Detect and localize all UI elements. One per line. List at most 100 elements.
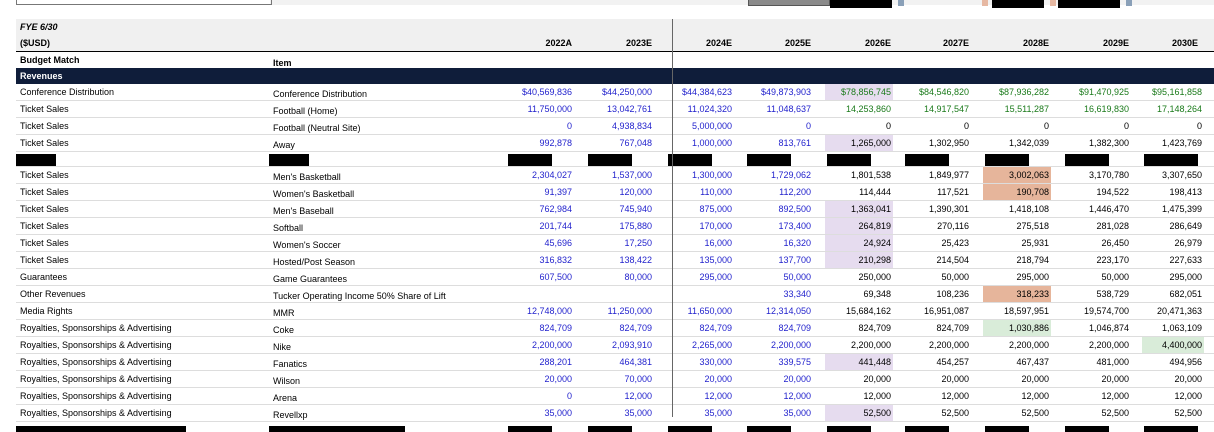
value-cell-2024E[interactable]: 11,650,000 xyxy=(666,303,734,319)
value-cell-2025E[interactable]: 35,000 xyxy=(745,405,813,421)
value-cell-2023E[interactable]: 80,000 xyxy=(586,269,654,285)
value-cell-2023E[interactable]: 120,000 xyxy=(586,184,654,200)
value-cell-2028E[interactable]: 18,597,951 xyxy=(983,303,1051,319)
revenues-label[interactable]: Revenues xyxy=(20,68,270,84)
item-cell[interactable]: Football (Neutral Site) xyxy=(273,120,503,136)
value-cell-2029E[interactable]: 26,450 xyxy=(1063,235,1131,251)
year-header-2023E[interactable]: 2023E xyxy=(586,35,652,51)
year-header-2022A[interactable]: 2022A xyxy=(506,35,572,51)
value-cell-2030E[interactable]: 198,413 xyxy=(1142,184,1204,200)
value-cell-2026E[interactable]: 210,298 xyxy=(825,252,893,268)
value-cell-2023E[interactable]: 12,000 xyxy=(586,388,654,404)
value-cell-2025E[interactable]: 112,200 xyxy=(745,184,813,200)
item-cell[interactable]: Women's Soccer xyxy=(273,237,503,253)
value-cell-2027E[interactable]: 108,236 xyxy=(903,286,971,302)
value-cell-2027E[interactable]: 1,302,950 xyxy=(903,135,971,151)
value-cell-2026E[interactable]: 69,348 xyxy=(825,286,893,302)
value-cell-2026E[interactable]: 1,265,000 xyxy=(825,135,893,151)
toolbar-button[interactable] xyxy=(748,0,830,6)
value-cell-2030E[interactable]: 494,956 xyxy=(1142,354,1204,370)
value-cell-2022A[interactable]: 12,748,000 xyxy=(502,303,574,319)
value-cell-2024E[interactable]: 20,000 xyxy=(666,371,734,387)
value-cell-2029E[interactable]: 223,170 xyxy=(1063,252,1131,268)
value-cell-2030E[interactable]: 0 xyxy=(1142,118,1204,134)
value-cell-2029E[interactable]: 3,170,780 xyxy=(1063,167,1131,183)
value-cell-2022A[interactable]: 91,397 xyxy=(502,184,574,200)
value-cell-2029E[interactable]: 20,000 xyxy=(1063,371,1131,387)
value-cell-2026E[interactable]: 12,000 xyxy=(825,388,893,404)
value-cell-2022A[interactable]: 2,304,027 xyxy=(502,167,574,183)
value-cell-2027E[interactable]: 454,257 xyxy=(903,354,971,370)
value-cell-2022A[interactable]: 45,696 xyxy=(502,235,574,251)
value-cell-2027E[interactable]: 214,504 xyxy=(903,252,971,268)
value-cell-2025E[interactable]: 20,000 xyxy=(745,371,813,387)
budget-match-cell[interactable]: Guarantees xyxy=(20,269,270,285)
value-cell-2025E[interactable]: 50,000 xyxy=(745,269,813,285)
value-cell-2022A[interactable]: 35,000 xyxy=(502,405,574,421)
value-cell-2028E[interactable]: 2,200,000 xyxy=(983,337,1051,353)
value-cell-2029E[interactable]: 0 xyxy=(1063,118,1131,134)
value-cell-2029E[interactable]: 281,028 xyxy=(1063,218,1131,234)
value-cell-2028E[interactable]: 218,794 xyxy=(983,252,1051,268)
value-cell-2030E[interactable]: 17,148,264 xyxy=(1142,101,1204,117)
item-cell[interactable]: Softball xyxy=(273,220,503,236)
value-cell-2029E[interactable]: 16,619,830 xyxy=(1063,101,1131,117)
value-cell-2022A[interactable]: 762,984 xyxy=(502,201,574,217)
value-cell-2024E[interactable]: 295,000 xyxy=(666,269,734,285)
value-cell-2025E[interactable]: 1,729,062 xyxy=(745,167,813,183)
year-header-2024E[interactable]: 2024E xyxy=(666,35,732,51)
value-cell-2025E[interactable]: 12,314,050 xyxy=(745,303,813,319)
value-cell-2025E[interactable]: 2,200,000 xyxy=(745,337,813,353)
value-cell-2022A[interactable] xyxy=(502,286,574,302)
value-cell-2026E[interactable]: 250,000 xyxy=(825,269,893,285)
fiscal-label[interactable]: FYE 6/30 xyxy=(20,19,270,35)
value-cell-2025E[interactable]: 137,700 xyxy=(745,252,813,268)
budget-match-cell[interactable]: Royalties, Sponsorships & Advertising xyxy=(20,405,270,421)
value-cell-2024E[interactable]: 1,300,000 xyxy=(666,167,734,183)
value-cell-2026E[interactable]: 14,253,860 xyxy=(825,101,893,117)
value-cell-2022A[interactable]: 288,201 xyxy=(502,354,574,370)
value-cell-2022A[interactable]: 0 xyxy=(502,388,574,404)
value-cell-2024E[interactable]: 330,000 xyxy=(666,354,734,370)
value-cell-2023E[interactable] xyxy=(586,286,654,302)
value-cell-2022A[interactable]: 2,200,000 xyxy=(502,337,574,353)
value-cell-2024E[interactable]: 135,000 xyxy=(666,252,734,268)
item-cell[interactable]: Away xyxy=(273,137,503,153)
value-cell-2023E[interactable]: 2,093,910 xyxy=(586,337,654,353)
item-cell[interactable]: Arena xyxy=(273,390,503,406)
year-header-2029E[interactable]: 2029E xyxy=(1063,35,1129,51)
value-cell-2029E[interactable]: 19,574,700 xyxy=(1063,303,1131,319)
budget-match-header[interactable]: Budget Match xyxy=(20,52,270,68)
budget-match-cell[interactable]: Other Revenues xyxy=(20,286,270,302)
value-cell-2030E[interactable]: 20,000 xyxy=(1142,371,1204,387)
budget-match-cell[interactable]: Ticket Sales xyxy=(20,218,270,234)
value-cell-2022A[interactable]: 992,878 xyxy=(502,135,574,151)
value-cell-2028E[interactable]: $87,936,282 xyxy=(983,84,1051,100)
value-cell-2027E[interactable]: 824,709 xyxy=(903,320,971,336)
budget-match-cell[interactable]: Ticket Sales xyxy=(20,167,270,183)
value-cell-2028E[interactable]: 1,342,039 xyxy=(983,135,1051,151)
item-cell[interactable]: Hosted/Post Season xyxy=(273,254,503,270)
value-cell-2027E[interactable]: 2,200,000 xyxy=(903,337,971,353)
value-cell-2029E[interactable]: 1,046,874 xyxy=(1063,320,1131,336)
value-cell-2030E[interactable]: 26,979 xyxy=(1142,235,1204,251)
budget-match-cell[interactable]: Royalties, Sponsorships & Advertising xyxy=(20,371,270,387)
value-cell-2028E[interactable]: 190,708 xyxy=(983,184,1051,200)
value-cell-2025E[interactable]: 33,340 xyxy=(745,286,813,302)
value-cell-2028E[interactable]: 20,000 xyxy=(983,371,1051,387)
value-cell-2025E[interactable]: 173,400 xyxy=(745,218,813,234)
value-cell-2028E[interactable]: 0 xyxy=(983,118,1051,134)
year-header-2026E[interactable]: 2026E xyxy=(825,35,891,51)
value-cell-2027E[interactable]: 25,423 xyxy=(903,235,971,251)
value-cell-2027E[interactable]: 14,917,547 xyxy=(903,101,971,117)
value-cell-2023E[interactable]: 13,042,761 xyxy=(586,101,654,117)
value-cell-2027E[interactable]: 1,390,301 xyxy=(903,201,971,217)
value-cell-2026E[interactable]: 1,801,538 xyxy=(825,167,893,183)
value-cell-2029E[interactable]: 2,200,000 xyxy=(1063,337,1131,353)
value-cell-2025E[interactable]: 11,048,637 xyxy=(745,101,813,117)
value-cell-2030E[interactable]: 227,633 xyxy=(1142,252,1204,268)
budget-match-cell[interactable]: Royalties, Sponsorships & Advertising xyxy=(20,337,270,353)
item-cell[interactable]: Tucker Operating Income 50% Share of Lif… xyxy=(273,288,503,304)
budget-match-cell[interactable]: Ticket Sales xyxy=(20,235,270,251)
item-cell[interactable]: Coke xyxy=(273,322,503,338)
